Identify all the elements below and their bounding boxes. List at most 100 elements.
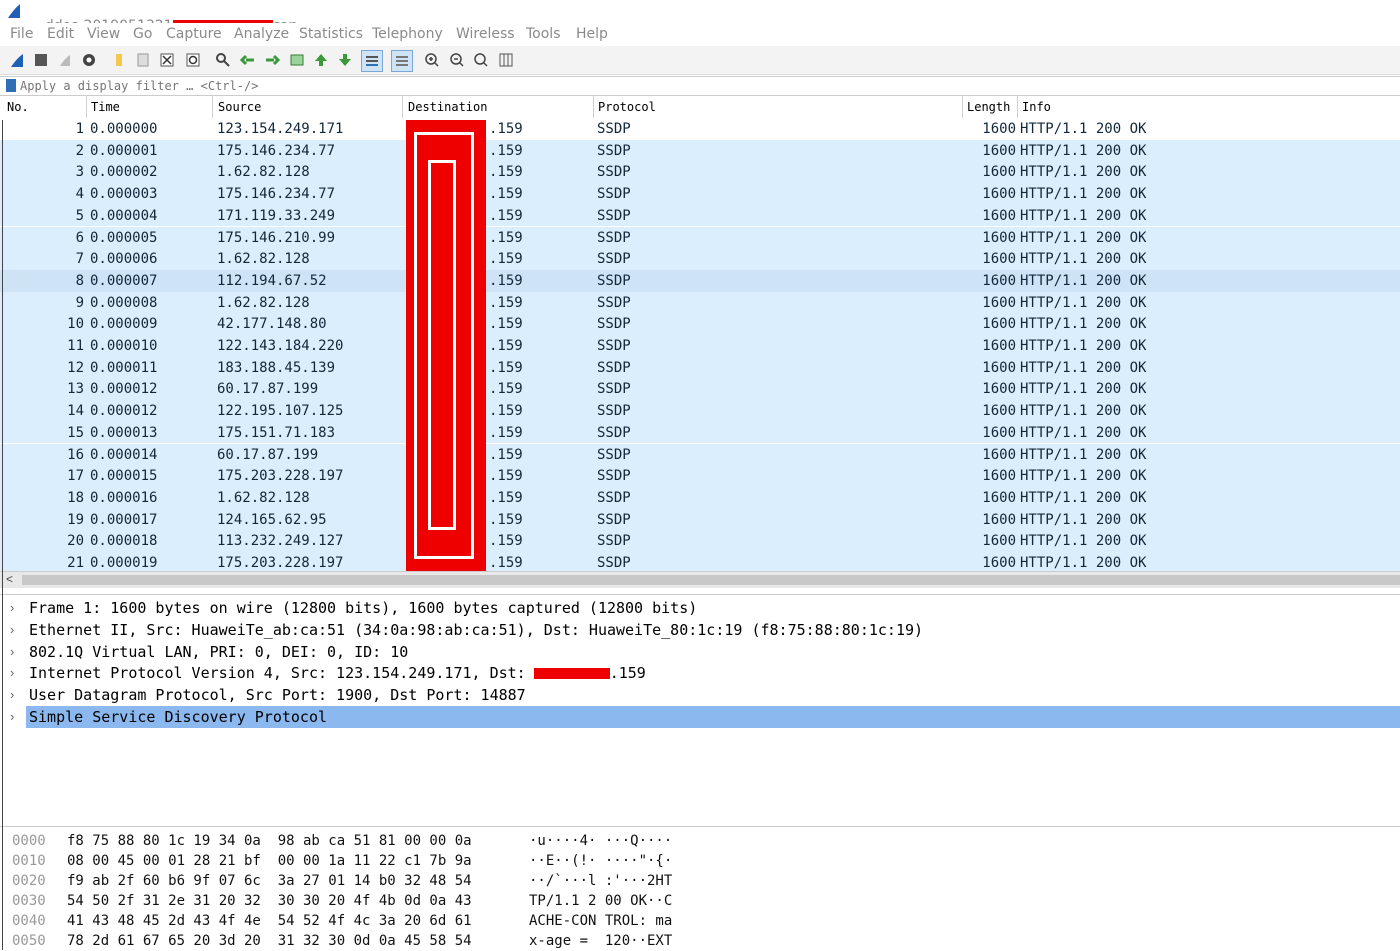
expand-chevron-icon[interactable]: › (10, 687, 14, 702)
expand-chevron-icon[interactable]: › (10, 709, 14, 724)
column-no[interactable]: No. (7, 100, 29, 114)
hex-bytes[interactable]: f8 75 88 80 1c 19 34 0a 98 ab ca 51 81 0… (67, 833, 472, 849)
open-folder-icon[interactable] (109, 50, 129, 70)
column-length[interactable]: Length (967, 100, 1010, 114)
hex-ascii[interactable]: ·u····4· ···Q···· (529, 833, 672, 849)
go-first-packet-icon[interactable] (311, 50, 331, 70)
expand-chevron-icon[interactable]: › (10, 644, 14, 659)
packet-row[interactable]: 4 0.000003 175.146.234.77 .159 SSDP 1600 HTTP/… (0, 183, 1400, 205)
hex-ascii[interactable]: TP/1.1 2 00 OK··C (529, 893, 672, 909)
save-file-icon[interactable] (133, 50, 153, 70)
column-time[interactable]: Time (91, 100, 120, 114)
horizontal-scrollbar[interactable]: < (0, 571, 1400, 588)
menu-statistics[interactable]: Statistics (299, 26, 363, 42)
menu-analyze[interactable]: Analyze (234, 26, 289, 42)
packet-row[interactable]: 12 0.000011 183.188.45.139 .159 SSDP 1600 HTTP… (0, 356, 1400, 379)
find-packet-icon[interactable] (213, 50, 233, 70)
packet-row[interactable]: 18 0.000016 1.62.82.128 .159 SSDP 1600 HTTP/1.… (0, 486, 1400, 509)
colorize-icon[interactable] (391, 50, 413, 72)
detail-row[interactable]: › 802.1Q Virtual LAN, PRI: 0, DEI: 0, ID:… (0, 641, 1400, 663)
packet-row[interactable]: 16 0.000014 60.17.87.199 .159 SSDP 1600 HTTP/1… (0, 443, 1400, 466)
hex-ascii[interactable]: ··/`···l :'···2HT (529, 873, 672, 889)
packet-row[interactable]: 21 0.000019 175.203.228.197 .159 SSDP 1600 HTT… (0, 552, 1400, 571)
packet-row[interactable]: 7 0.000006 1.62.82.128 .159 SSDP 1600 HTTP/1.1… (0, 248, 1400, 270)
menu-edit[interactable]: Edit (47, 26, 74, 42)
packet-row[interactable]: 13 0.000012 60.17.87.199 .159 SSDP 1600 HTTP/1… (0, 378, 1400, 401)
hex-offset[interactable]: 0030 (12, 893, 46, 909)
packet-row[interactable]: 9 0.000008 1.62.82.128 .159 SSDP 1600 HTTP/1.1… (0, 291, 1400, 314)
packet-length: 1600 (982, 121, 1016, 137)
display-filter-input[interactable] (20, 77, 1390, 95)
hex-offset[interactable]: 0040 (12, 913, 46, 929)
hex-bytes[interactable]: 78 2d 61 67 65 20 3d 20 31 32 30 0d 0a 4… (67, 933, 472, 949)
hex-ascii[interactable]: ··E··(!· ····"·{· (529, 853, 672, 869)
packet-row[interactable]: 3 0.000002 1.62.82.128 .159 SSDP 1600 HTTP/1.1… (0, 161, 1400, 184)
packet-row[interactable]: 1 0.000000 123.154.249.171 .159 SSDP 1600 HTTP… (0, 118, 1400, 140)
column-protocol[interactable]: Protocol (598, 100, 656, 114)
hex-offset[interactable]: 0020 (12, 873, 46, 889)
hex-offset[interactable]: 0010 (12, 853, 46, 869)
packet-row[interactable]: 8 0.000007 112.194.67.52 .159 SSDP 1600 HTTP/1… (0, 269, 1400, 292)
go-back-arrow-icon[interactable] (238, 50, 258, 70)
expand-chevron-icon[interactable]: › (10, 665, 14, 680)
expand-chevron-icon[interactable]: › (10, 622, 14, 637)
expand-chevron-icon[interactable]: › (10, 600, 14, 615)
scrollbar-thumb[interactable] (22, 575, 1400, 585)
menu-view[interactable]: View (87, 26, 120, 42)
detail-row[interactable]: › Internet Protocol Version 4, Src: 123.1… (0, 662, 1400, 684)
capture-options-gear-icon[interactable] (79, 50, 99, 70)
menu-file[interactable]: File (10, 26, 33, 42)
packet-time: 0.000000 (90, 121, 158, 137)
detail-row[interactable]: › Simple Service Discovery Protocol (10, 706, 1400, 728)
packet-row[interactable]: 2 0.000001 175.146.234.77 .159 SSDP 1600 HTTP/… (0, 139, 1400, 162)
zoom-out-icon[interactable] (447, 50, 467, 70)
menu-tools[interactable]: Tools (526, 26, 561, 42)
detail-row[interactable]: › Ethernet II, Src: HuaweiTe_ab:ca:51 (34… (0, 619, 1400, 641)
scroll-left-icon[interactable]: < (6, 572, 13, 586)
stop-square-icon[interactable] (31, 50, 51, 70)
packet-protocol: SSDP (597, 164, 631, 181)
reload-icon[interactable] (183, 50, 203, 70)
hex-ascii[interactable]: x-age = 120··EXT (529, 933, 672, 949)
auto-scroll-icon[interactable] (361, 50, 383, 72)
menu-telephony[interactable]: Telephony (372, 26, 443, 42)
detail-row[interactable]: › User Datagram Protocol, Src Port: 1900,… (0, 684, 1400, 706)
hex-offset[interactable]: 0050 (12, 933, 46, 949)
detail-text: Internet Protocol Version 4, Src: 123.15… (29, 664, 646, 682)
packet-no: 9 (75, 294, 84, 311)
column-source[interactable]: Source (218, 100, 261, 114)
menu-go[interactable]: Go (133, 26, 152, 42)
packet-row[interactable]: 5 0.000004 171.119.33.249 .159 SSDP 1600 HTTP/… (0, 204, 1400, 227)
column-destination[interactable]: Destination (408, 100, 487, 114)
hex-offset[interactable]: 0000 (12, 833, 46, 849)
menu-help[interactable]: Help (576, 26, 608, 42)
restart-capture-icon[interactable] (55, 50, 75, 70)
hex-bytes[interactable]: f9 ab 2f 60 b6 9f 07 6c 3a 27 01 14 b0 3… (67, 873, 472, 889)
packet-row[interactable]: 11 0.000010 122.143.184.220 .159 SSDP 1600 HTT… (0, 335, 1400, 357)
column-info[interactable]: Info (1022, 100, 1051, 114)
go-last-packet-icon[interactable] (335, 50, 355, 70)
menu-wireless[interactable]: Wireless (456, 26, 515, 42)
packet-row[interactable]: 14 0.000012 122.195.107.125 .159 SSDP 1600 HTT… (0, 400, 1400, 422)
zoom-in-icon[interactable] (422, 50, 442, 70)
go-forward-arrow-icon[interactable] (262, 50, 282, 70)
packet-row[interactable]: 15 0.000013 175.151.71.183 .159 SSDP 1600 HTTP… (0, 421, 1400, 444)
packet-protocol: SSDP (597, 316, 631, 333)
packet-row[interactable]: 10 0.000009 42.177.148.80 .159 SSDP 1600 HTTP/… (0, 313, 1400, 335)
hex-bytes[interactable]: 41 43 48 45 2d 43 4f 4e 54 52 4f 4c 3a 2… (67, 913, 472, 929)
resize-columns-icon[interactable] (496, 50, 516, 70)
normal-size-icon[interactable] (471, 50, 491, 70)
hex-bytes[interactable]: 54 50 2f 31 2e 31 20 32 30 30 20 4f 4b 0… (67, 893, 472, 909)
shark-fin-start-icon[interactable] (7, 50, 27, 70)
hex-ascii[interactable]: ACHE-CON TROL: ma (529, 913, 672, 929)
bookmark-icon[interactable] (6, 79, 16, 92)
close-file-icon[interactable] (157, 50, 177, 70)
detail-row[interactable]: › Frame 1: 1600 bytes on wire (12800 bits… (0, 597, 1400, 619)
packet-row[interactable]: 6 0.000005 175.146.210.99 .159 SSDP 1600 HTTP/… (0, 226, 1400, 249)
packet-row[interactable]: 19 0.000017 124.165.62.95 .159 SSDP 1600 HTTP/… (0, 508, 1400, 531)
packet-row[interactable]: 20 0.000018 113.232.249.127 .159 SSDP 1600 HTT… (0, 530, 1400, 552)
go-to-packet-icon[interactable] (287, 50, 307, 70)
hex-bytes[interactable]: 08 00 45 00 01 28 21 bf 00 00 1a 11 22 c… (67, 853, 472, 869)
menu-capture[interactable]: Capture (166, 26, 222, 42)
packet-row[interactable]: 17 0.000015 175.203.228.197 .159 SSDP 1600 HTT… (0, 465, 1400, 487)
